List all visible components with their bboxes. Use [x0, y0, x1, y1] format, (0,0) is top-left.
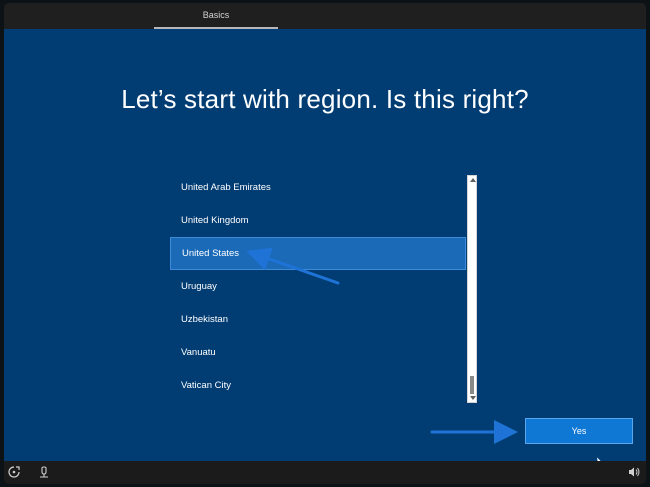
page-title: Let’s start with region. Is this right? — [121, 84, 529, 114]
yes-button[interactable]: Yes — [525, 418, 633, 444]
list-item-vatican-city[interactable]: Vatican City — [170, 369, 466, 402]
list-item-united-arab-emirates[interactable]: United Arab Emirates — [170, 171, 466, 204]
bottom-bar — [4, 461, 646, 484]
tab-basics: Basics — [154, 3, 278, 29]
volume-icon[interactable] — [628, 466, 640, 478]
narrator-icon[interactable] — [38, 466, 50, 478]
ease-of-access-icon[interactable] — [8, 466, 20, 478]
list-item-united-states[interactable]: United States — [170, 237, 466, 270]
list-item-uruguay[interactable]: Uruguay — [170, 270, 466, 303]
scroll-down-icon[interactable] — [470, 396, 476, 400]
scroll-thumb[interactable] — [470, 376, 474, 394]
list-item-uzbekistan[interactable]: Uzbekistan — [170, 303, 466, 336]
region-list[interactable]: United Arab Emirates United Kingdom Unit… — [170, 171, 466, 404]
main-panel: Let’s start with region. Is this right? … — [4, 29, 646, 467]
scroll-up-icon[interactable] — [470, 178, 476, 182]
list-item-united-kingdom[interactable]: United Kingdom — [170, 204, 466, 237]
list-item-vanuatu[interactable]: Vanuatu — [170, 336, 466, 369]
region-scrollbar[interactable] — [467, 175, 477, 403]
oobe-window: Basics Let’s start with region. Is this … — [4, 3, 646, 484]
top-bar: Basics — [4, 3, 646, 29]
